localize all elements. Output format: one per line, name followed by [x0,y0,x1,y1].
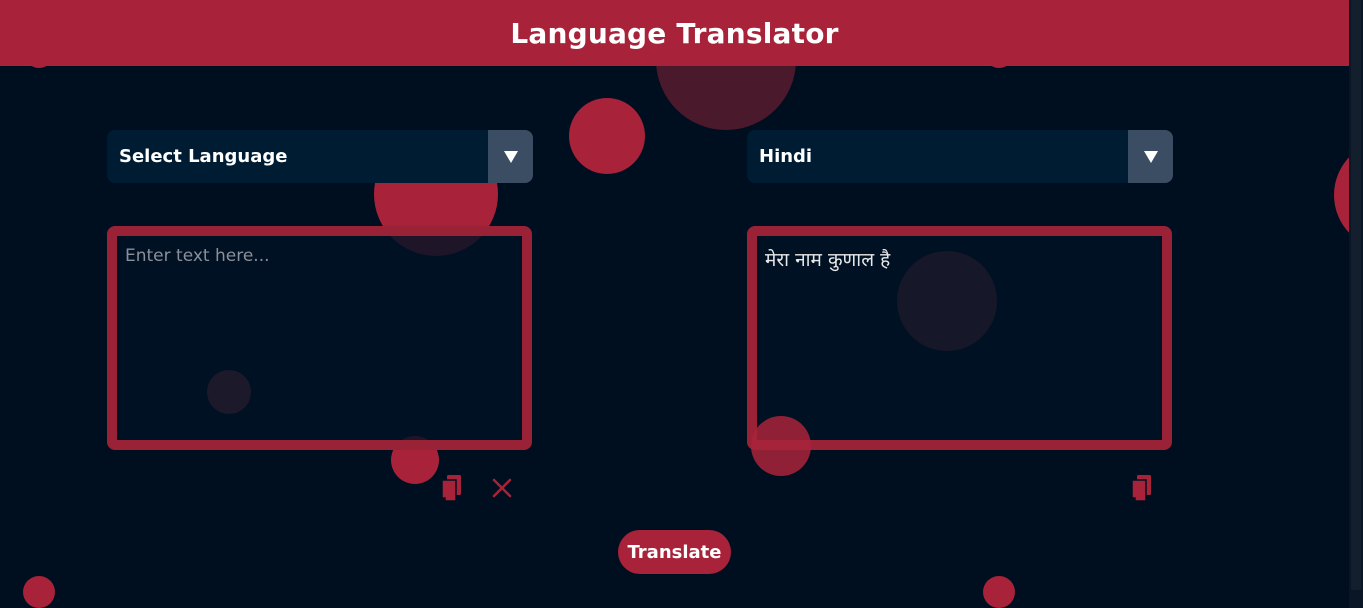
source-text-input[interactable] [117,236,522,440]
translator-page: Language Translator Select Language Hind… [0,0,1363,608]
close-icon[interactable] [491,477,513,503]
app-header: Language Translator [0,0,1349,66]
target-language-label: Hindi [759,146,813,167]
caret-down-icon[interactable] [488,130,533,183]
decorative-bubble [207,370,251,414]
vertical-scrollbar[interactable] [1349,0,1363,608]
translate-button[interactable]: Translate [618,530,731,574]
decorative-bubble [897,251,997,351]
copy-icon[interactable] [1130,474,1154,506]
target-language-select[interactable]: Hindi [747,130,1173,183]
decorative-bubble [983,576,1015,608]
caret-down-icon[interactable] [1128,130,1173,183]
scrollbar-thumb[interactable] [1351,0,1361,590]
decorative-bubble [569,98,645,174]
decorative-bubble [751,416,811,476]
copy-icon[interactable] [440,474,464,506]
page-title: Language Translator [510,16,839,50]
decorative-bubble [23,576,55,608]
source-language-select[interactable]: Select Language [107,130,533,183]
source-language-label: Select Language [119,146,288,167]
source-text-box [107,226,532,450]
translated-text-output: मेरा नाम कुणाल है [765,249,891,271]
